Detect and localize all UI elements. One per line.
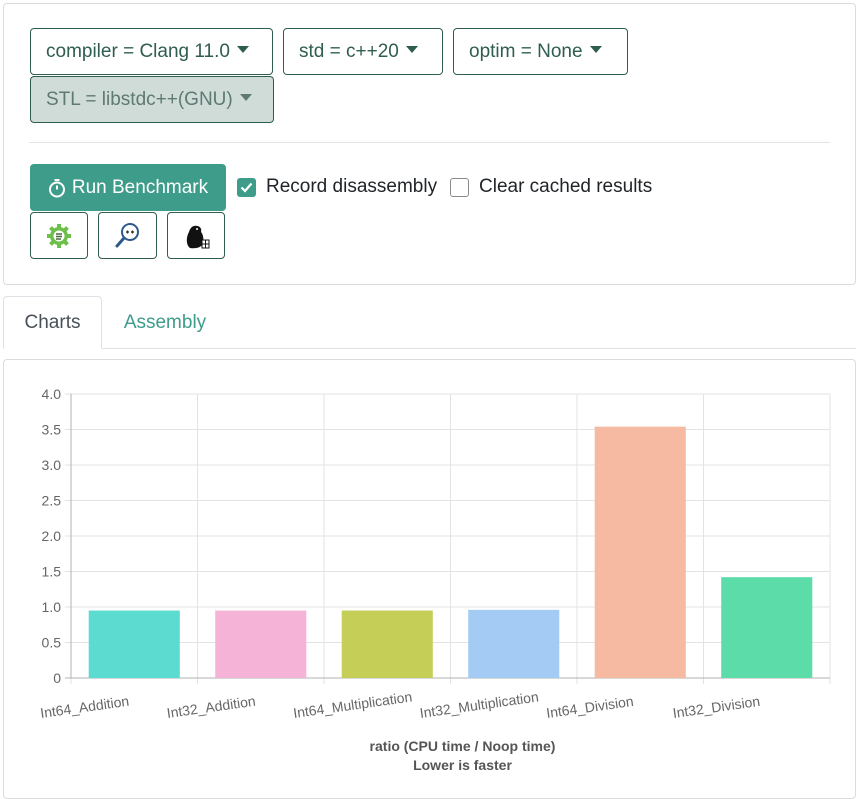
stl-dropdown[interactable]: STL = libstdc++(GNU) [30, 76, 274, 123]
optim-dropdown-label: optim = None [469, 40, 583, 62]
chevron-down-icon [589, 46, 602, 53]
bar [594, 426, 686, 678]
y-tick-label: 3.5 [42, 422, 62, 438]
y-tick-label: 4.0 [42, 386, 62, 402]
x-tick-label: Int64_Addition [39, 693, 130, 721]
run-benchmark-button[interactable]: Run Benchmark [30, 164, 226, 211]
tab-charts-label: Charts [24, 311, 81, 333]
checkmark-icon [240, 182, 253, 193]
bar [721, 577, 813, 678]
y-tick-label: 3.0 [42, 457, 62, 473]
tab-assembly[interactable]: Assembly [105, 296, 225, 349]
x-tick-label: Int64_Multiplication [292, 688, 413, 721]
x-tick-label: Int32_Addition [166, 693, 257, 721]
x-axis-title: ratio (CPU time / Noop time) [370, 738, 556, 754]
cpp-search-icon [115, 222, 139, 247]
stl-dropdown-label: STL = libstdc++(GNU) [46, 88, 233, 110]
y-tick-label: 1.0 [42, 599, 62, 615]
cpp-insights-button[interactable] [98, 212, 157, 259]
y-tick-label: 2.0 [42, 528, 62, 544]
record-disassembly-label[interactable]: Record disassembly [266, 176, 437, 198]
compiler-dropdown-label: compiler = Clang 11.0 [46, 40, 230, 62]
bar-chart: 0 0.5 1.0 1.5 2.0 2.5 3.0 3.5 4.0 Int64_Addition I… [39, 386, 831, 773]
y-tick-label: 0.5 [42, 635, 62, 651]
tab-charts[interactable]: Charts [3, 296, 102, 349]
clear-cache-label[interactable]: Clear cached results [479, 176, 652, 198]
x-tick-label: Int64_Division [545, 693, 634, 721]
bar [88, 610, 180, 678]
stopwatch-icon [48, 178, 65, 197]
y-tick-label: 2.5 [42, 493, 62, 509]
x-tick-label: Int32_Multiplication [419, 688, 540, 721]
record-disassembly-checkbox[interactable] [237, 178, 256, 197]
std-dropdown-label: std = c++20 [299, 40, 399, 62]
tab-assembly-label: Assembly [123, 311, 207, 333]
settings-gear-icon [47, 223, 71, 248]
quick-bench-button[interactable] [167, 212, 225, 259]
clear-cache-checkbox[interactable] [450, 178, 469, 197]
chart-card: 0 0.5 1.0 1.5 2.0 2.5 3.0 3.5 4.0 Int64_Addition I… [3, 359, 856, 799]
options-divider [29, 142, 830, 143]
run-benchmark-label: Run Benchmark [71, 176, 209, 198]
x-tick-label: Int32_Division [672, 693, 761, 721]
chevron-down-icon [239, 94, 252, 101]
y-tick-label: 0 [53, 670, 61, 686]
chevron-down-icon [405, 46, 418, 53]
compiler-dropdown[interactable]: compiler = Clang 11.0 [30, 28, 273, 75]
optim-dropdown[interactable]: optim = None [453, 28, 628, 75]
chevron-down-icon [236, 46, 249, 53]
bar [215, 610, 307, 678]
settings-button[interactable] [30, 212, 88, 259]
bar [468, 609, 560, 678]
x-axis-subtitle: Lower is faster [413, 757, 512, 773]
beaver-icon [186, 225, 210, 248]
y-tick-label: 1.5 [42, 564, 62, 580]
bar [341, 610, 433, 678]
std-dropdown[interactable]: std = c++20 [283, 28, 443, 75]
